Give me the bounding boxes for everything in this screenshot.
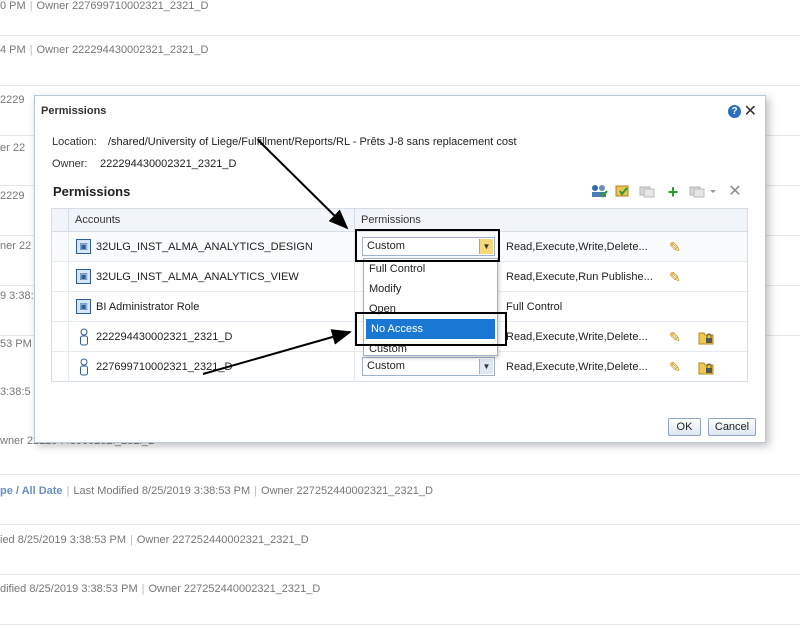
permission-select-value: Custom — [367, 360, 405, 372]
annotation-box-no-access — [355, 312, 507, 346]
folder-lock-icon[interactable] — [698, 359, 714, 375]
close-icon[interactable]: ✕ — [744, 101, 757, 121]
copy-permissions-icon — [637, 183, 657, 201]
permissions-dialog: Permissions ? ✕ Location: /shared/Univer… — [34, 95, 766, 443]
add-users-roles-icon[interactable] — [589, 183, 609, 201]
permission-detail: Read,Execute,Run Publishe... — [506, 271, 653, 283]
bg-row-owner: Owner 227252440002321_2321_D — [136, 534, 309, 546]
account-name: 32ULG_INST_ALMA_ANALYTICS_DESIGN — [96, 241, 313, 253]
folder-lock-icon[interactable] — [698, 329, 714, 345]
role-icon: ▣ — [76, 299, 91, 314]
permission-detail: Read,Execute,Write,Delete... — [506, 361, 648, 373]
permission-detail: Full Control — [506, 301, 563, 313]
bg-row-owner: Owner 222294430002321_2321_D — [36, 44, 209, 56]
dialog-title: Permissions — [41, 105, 107, 117]
location-value: /shared/University of Liege/Fulfillment/… — [108, 136, 517, 148]
delete-icon[interactable]: ✕ — [725, 183, 745, 201]
paste-permissions-icon — [687, 183, 721, 201]
bg-row-b: ied 8/25/2019 3:38:53 PM | Owner 227252440… — [0, 525, 800, 575]
bg-row-c: dified 8/25/2019 3:38:53 PM | Owner 227252… — [0, 575, 800, 625]
bg-row-owner: Owner 227252440002321_2321_D — [148, 583, 321, 595]
bg-row-1: 0 PM | Owner 227699710002321_2321_D — [0, 0, 800, 36]
bg-row-modified: Last Modified 8/25/2019 3:38:53 PM — [73, 485, 251, 497]
bg-row-time: 0 PM — [0, 0, 26, 12]
pencil-icon[interactable]: ✎ — [669, 239, 685, 255]
pencil-icon[interactable]: ✎ — [669, 269, 685, 285]
option-modify[interactable]: Modify — [364, 279, 497, 299]
bg-row-time: 4 PM — [0, 44, 26, 56]
account-name: 227699710002321_2321_D — [96, 361, 233, 373]
permission-detail: Read,Execute,Write,Delete... — [506, 331, 648, 343]
account-name: 222294430002321_2321_D — [96, 331, 233, 343]
help-icon[interactable]: ? — [728, 105, 741, 118]
location-label: Location: — [52, 136, 97, 148]
option-full-control[interactable]: Full Control — [364, 259, 497, 279]
user-icon — [80, 328, 88, 346]
owner-label: Owner: — [52, 158, 88, 170]
pencil-icon[interactable]: ✎ — [669, 329, 685, 345]
bg-row-2: 4 PM | Owner 222294430002321_2321_D — [0, 36, 800, 86]
add-icon[interactable]: + — [663, 183, 683, 201]
filter-link[interactable]: pe / All Date — [0, 485, 63, 497]
bg-row-type: pe / All Date | Last Modified 8/25/2019 3:… — [0, 475, 800, 525]
section-title: Permissions — [53, 184, 131, 199]
ok-button[interactable]: OK — [668, 418, 701, 436]
chevron-down-icon[interactable]: ▼ — [479, 359, 493, 374]
bg-row-owner: Owner 227699710002321_2321_D — [36, 0, 209, 12]
permission-detail: Read,Execute,Write,Delete... — [506, 241, 648, 253]
bg-row-modified: dified 8/25/2019 3:38:53 PM — [0, 583, 138, 595]
bg-row-owner: Owner 227252440002321_2321_D — [261, 485, 433, 497]
role-icon: ▣ — [76, 239, 91, 254]
permission-select[interactable]: Custom ▼ — [362, 357, 495, 376]
annotation-box-select — [355, 229, 500, 262]
account-name: 32ULG_INST_ALMA_ANALYTICS_VIEW — [96, 271, 299, 283]
cancel-button[interactable]: Cancel — [708, 418, 756, 436]
user-icon — [80, 358, 88, 376]
role-icon: ▣ — [76, 269, 91, 284]
apply-permissions-icon[interactable] — [613, 183, 633, 201]
bg-row-modified: ied 8/25/2019 3:38:53 PM — [0, 534, 126, 546]
column-accounts[interactable]: Accounts — [68, 209, 354, 232]
owner-value: 222294430002321_2321_D — [100, 158, 237, 170]
pencil-icon[interactable]: ✎ — [669, 359, 685, 375]
account-name: BI Administrator Role — [96, 301, 200, 313]
